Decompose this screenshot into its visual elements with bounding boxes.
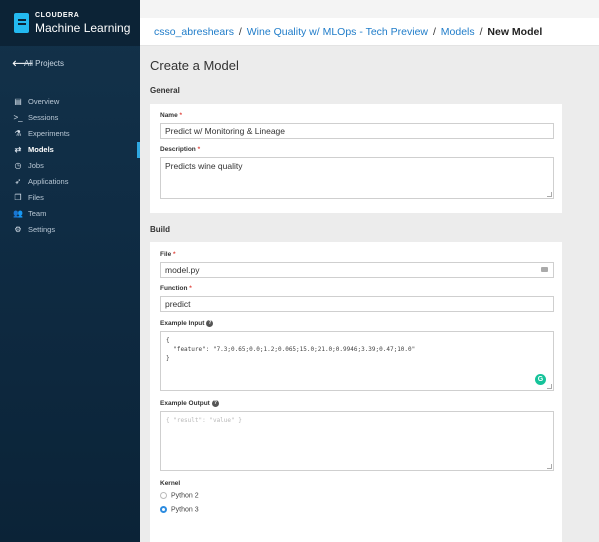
all-projects-label: All Projects xyxy=(24,59,65,68)
models-icon: ⇄ xyxy=(14,145,22,154)
sidebar-item-label: Overview xyxy=(28,97,60,106)
arrow-left-icon: 🡐 xyxy=(12,59,34,68)
sidebar-item-files[interactable]: ❐ Files xyxy=(0,190,140,206)
file-input[interactable]: model.py xyxy=(160,262,554,278)
breadcrumb-separator: / xyxy=(432,26,436,38)
sidebar-item-jobs[interactable]: ◷ Jobs xyxy=(0,158,140,174)
breadcrumb-current: New Model xyxy=(487,26,543,38)
sidebar-item-applications[interactable]: ➶ Applications xyxy=(0,174,140,190)
description-label: Description * xyxy=(160,146,201,153)
clock-icon: ◷ xyxy=(14,161,22,170)
brand-product: Machine Learning xyxy=(35,21,131,35)
terminal-icon: >_ xyxy=(13,113,23,122)
name-input[interactable]: Predict w/ Monitoring & Lineage xyxy=(160,123,554,139)
resize-handle-icon[interactable] xyxy=(547,464,552,469)
overview-icon: ▤ xyxy=(14,97,22,106)
build-card: File * model.py Function * predict Examp… xyxy=(150,242,562,542)
example-output-textarea[interactable]: { "result": "value" } xyxy=(160,411,554,471)
resize-handle-icon[interactable] xyxy=(547,384,552,389)
function-input[interactable]: predict xyxy=(160,296,554,312)
resize-handle-icon[interactable] xyxy=(547,192,552,197)
example-input-textarea[interactable]: { "feature": "7.3;0.65;0.0;1.2;0.065;15.… xyxy=(160,331,554,391)
kernel-option-label: Python 3 xyxy=(171,506,199,514)
sidebar-item-settings[interactable]: ⚙ Settings xyxy=(0,222,140,238)
radio-selected-icon xyxy=(160,506,167,513)
cloudera-logo-icon xyxy=(14,13,29,33)
help-icon[interactable]: ? xyxy=(206,320,214,327)
sidebar-item-experiments[interactable]: ⚗ Experiments xyxy=(0,126,140,142)
files-icon: ❐ xyxy=(14,193,22,202)
general-card: Name * Predict w/ Monitoring & Lineage D… xyxy=(150,104,562,213)
example-output-placeholder: { "result": "value" } xyxy=(166,417,242,424)
top-strip xyxy=(140,0,599,18)
file-value: model.py xyxy=(165,265,200,275)
example-output-label: Example Output? xyxy=(160,400,219,408)
sidebar-item-label: Sessions xyxy=(28,113,59,122)
page-title: Create a Model xyxy=(150,58,239,73)
description-text: Predicts wine quality xyxy=(165,161,243,171)
all-projects-link[interactable]: 🡐All Projects xyxy=(12,58,64,68)
name-label: Name * xyxy=(160,112,183,119)
sidebar-item-label: Jobs xyxy=(28,161,44,170)
kernel-label: Kernel xyxy=(160,480,181,487)
breadcrumb-project[interactable]: Wine Quality w/ MLOps - Tech Preview xyxy=(247,26,428,38)
sidebar-item-overview[interactable]: ▤ Overview xyxy=(0,94,140,110)
sidebar-item-label: Settings xyxy=(28,225,56,234)
sidebar-item-team[interactable]: 👥 Team xyxy=(0,206,140,222)
grammarly-icon[interactable]: G xyxy=(535,374,546,385)
function-label: Function * xyxy=(160,285,192,292)
example-input-code: { "feature": "7.3;0.65;0.0;1.2;0.065;15.… xyxy=(166,337,416,362)
sidebar-item-label: Team xyxy=(28,209,47,218)
radio-icon xyxy=(160,492,167,499)
build-heading: Build xyxy=(150,225,170,234)
brand[interactable]: CLOUDERA Machine Learning xyxy=(0,0,140,46)
sidebar-item-label: Models xyxy=(28,145,54,154)
team-icon: 👥 xyxy=(13,209,23,218)
example-input-label: Example Input? xyxy=(160,320,214,328)
folder-icon[interactable] xyxy=(541,267,548,272)
breadcrumb-models[interactable]: Models xyxy=(441,26,475,38)
sidebar-item-label: Experiments xyxy=(28,129,70,138)
description-textarea[interactable]: Predicts wine quality xyxy=(160,157,554,199)
breadcrumb-separator: / xyxy=(238,26,242,38)
brand-company: CLOUDERA xyxy=(35,12,80,19)
flask-icon: ⚗ xyxy=(14,129,22,138)
general-heading: General xyxy=(150,86,180,95)
breadcrumb: csso_abreshears / Wine Quality w/ MLOps … xyxy=(140,18,599,46)
help-icon[interactable]: ? xyxy=(211,400,219,407)
kernel-option-label: Python 2 xyxy=(171,492,199,500)
rocket-icon: ➶ xyxy=(14,177,22,186)
kernel-option-python2[interactable]: Python 2 xyxy=(160,492,199,499)
sidebar-item-models[interactable]: ⇄ Models xyxy=(0,142,140,158)
breadcrumb-user[interactable]: csso_abreshears xyxy=(154,26,234,38)
file-label: File * xyxy=(160,251,176,258)
sidebar-item-sessions[interactable]: >_ Sessions xyxy=(0,110,140,126)
sidebar: CLOUDERA Machine Learning 🡐All Projects … xyxy=(0,0,140,542)
kernel-option-python3[interactable]: Python 3 xyxy=(160,506,199,513)
sidebar-item-label: Applications xyxy=(28,177,69,186)
sidebar-item-label: Files xyxy=(28,193,44,202)
main-content: Create a Model General Name * Predict w/… xyxy=(140,46,599,542)
gear-icon: ⚙ xyxy=(14,225,22,234)
breadcrumb-separator: / xyxy=(479,26,483,38)
